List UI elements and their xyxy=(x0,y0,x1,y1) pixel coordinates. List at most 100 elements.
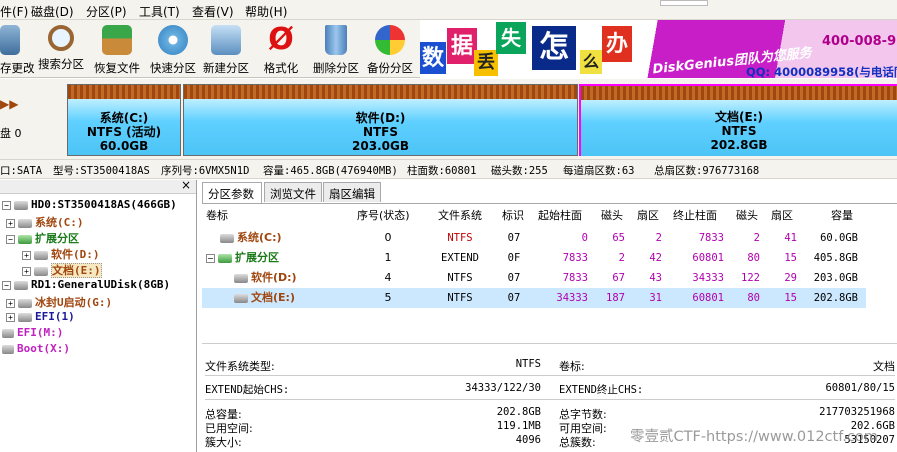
cell-cap: 203.0GB xyxy=(813,272,858,284)
partition-icon xyxy=(34,250,48,260)
column-header[interactable]: 容量 xyxy=(831,206,853,226)
column-header[interactable]: 起始柱面 xyxy=(538,206,582,226)
cell-cap: 405.8GB xyxy=(813,252,858,264)
cell-cap: 202.8GB xyxy=(813,292,858,304)
cell-sc: 7833 xyxy=(562,272,588,284)
disk-tree: × − HD0:ST3500418AS(466GB) + 系统(C:) − 扩展分区 … xyxy=(0,178,197,452)
ad-banner[interactable]: 数 据 丢 失 怎 么 办 DiskGenius团队为您服务 400-008-9… xyxy=(420,20,897,78)
tree-label: Boot(X:) xyxy=(17,342,70,355)
cell-ec: 60801 xyxy=(692,252,724,264)
column-header[interactable]: 磁头 xyxy=(601,206,623,226)
tree-node-efi[interactable]: + EFI(1) xyxy=(6,310,75,325)
disk-arrows-icon[interactable]: ▶▶ xyxy=(0,97,18,111)
search-partition-button[interactable]: 搜索分区 xyxy=(36,23,86,77)
partition-table: 卷标 序号(状态) 文件系统 标识 起始柱面 磁头 扇区 终止柱面 磁头 扇区 … xyxy=(202,203,897,343)
partition-fs: NTFS xyxy=(721,124,757,138)
menu-partition[interactable]: 分区(P) xyxy=(86,3,127,20)
partition-icon xyxy=(34,266,48,276)
tree-node-e[interactable]: + 文档(E:) xyxy=(22,262,102,278)
close-icon[interactable]: × xyxy=(181,178,191,192)
delete-partition-button[interactable]: 删除分区 xyxy=(310,23,362,77)
detail-label: 簇大小: xyxy=(205,436,242,449)
table-row[interactable]: 文档(E:) 5 NTFS 07 34333 187 31 60801 80 15 202.8GB xyxy=(202,288,866,308)
tree-node-boot[interactable]: Boot(X:) xyxy=(2,342,70,357)
partition-block-e[interactable]: 文档(E:) NTFS 202.8GB xyxy=(579,84,897,156)
partition-block-d[interactable]: 软件(D:) NTFS 203.0GB xyxy=(183,84,578,156)
table-row[interactable]: 系统(C:) 0 NTFS 07 0 65 2 7833 2 41 60.0GB xyxy=(202,228,866,248)
tree-node-d[interactable]: + 软件(D:) xyxy=(22,246,100,261)
tree-label: 软件(D:) xyxy=(51,248,100,261)
save-button[interactable]: 存更改 xyxy=(0,23,35,77)
tab-partition-params[interactable]: 分区参数 xyxy=(202,182,262,203)
cell-label: 文档(E:) xyxy=(234,288,295,308)
recover-files-button[interactable]: 恢复文件 xyxy=(91,23,143,77)
menu-help[interactable]: 帮助(H) xyxy=(245,3,287,20)
format-button[interactable]: Ø 格式化 xyxy=(260,23,302,77)
column-header[interactable]: 文件系统 xyxy=(438,206,482,226)
banner-phone: 400-008-9 xyxy=(822,34,897,49)
computer-icon xyxy=(211,25,241,55)
backup-pie-icon xyxy=(375,25,405,55)
usb-disk-icon xyxy=(14,280,28,290)
backup-partition-button[interactable]: 备份分区 xyxy=(364,23,416,77)
tree-label: 系统(C:) xyxy=(35,216,84,229)
cell-idx: 0 xyxy=(384,231,392,244)
partition-block-c[interactable]: 系统(C:) NTFS (活动) 60.0GB xyxy=(67,84,181,156)
partition-size: 60.0GB xyxy=(99,139,149,153)
cell-sc: 34333 xyxy=(556,292,588,304)
column-header[interactable]: 终止柱面 xyxy=(673,206,717,226)
column-header[interactable]: 序号(状态) xyxy=(357,206,410,226)
cell-ss: 42 xyxy=(649,252,662,264)
cell-es: 15 xyxy=(784,252,797,264)
info-model: 型号:ST3500418AS xyxy=(53,165,150,177)
detail-value: 60801/80/15 xyxy=(825,382,895,394)
cell-ec: 60801 xyxy=(692,292,724,304)
detail-label: 文件系统类型: xyxy=(205,360,275,373)
partition-fs: NTFS xyxy=(362,125,399,139)
cell-eh: 122 xyxy=(741,272,760,284)
recover-box-icon xyxy=(102,25,132,55)
row-label: 扩展分区 xyxy=(235,251,279,264)
menu-tools[interactable]: 工具(T) xyxy=(139,3,180,20)
column-header[interactable]: 磁头 xyxy=(736,206,758,226)
menu-file[interactable]: 件(F) xyxy=(0,3,28,20)
partition-stripe xyxy=(581,86,897,100)
detail-label: EXTEND起始CHS: xyxy=(205,384,290,396)
column-header[interactable]: 扇区 xyxy=(637,206,659,226)
disk-icon xyxy=(158,25,188,55)
menu-disk[interactable]: 磁盘(D) xyxy=(31,3,74,20)
tab-sector-edit[interactable]: 扇区编辑 xyxy=(323,182,381,202)
table-row[interactable]: − 扩展分区 1 EXTEND 0F 7833 2 42 60801 80 15 405.8GB xyxy=(202,248,866,268)
cell-fs: NTFS xyxy=(447,292,473,304)
cell-ec: 34333 xyxy=(692,272,724,284)
tree-label: EFI(1) xyxy=(35,310,75,323)
partition-stripe xyxy=(68,85,180,99)
table-header: 卷标 序号(状态) 文件系统 标识 起始柱面 磁头 扇区 终止柱面 磁头 扇区 … xyxy=(202,206,866,226)
cell-label: 系统(C:) xyxy=(220,228,282,248)
menu-bar: 件(F) 磁盘(D) 分区(P) 工具(T) 查看(V) 帮助(H) xyxy=(0,0,897,20)
table-row[interactable]: 软件(D:) 4 NTFS 07 7833 67 43 34333 122 29 203.0GB xyxy=(202,268,866,288)
tree-node-hd0[interactable]: − HD0:ST3500418AS(466GB) xyxy=(2,198,177,213)
tree-node-c[interactable]: + 系统(C:) xyxy=(6,214,84,229)
partition-icon xyxy=(234,293,248,303)
tree-node-g[interactable]: + 冰封U启动(G:) xyxy=(6,294,112,309)
tab-browse-files[interactable]: 浏览文件 xyxy=(264,182,322,202)
detail-label: EXTEND终止CHS: xyxy=(559,384,644,396)
banner-char: 怎 xyxy=(532,26,576,70)
quick-partition-button[interactable]: 快速分区 xyxy=(148,23,198,77)
info-heads: 磁头数:255 xyxy=(491,165,548,177)
menu-view[interactable]: 查看(V) xyxy=(192,3,234,20)
tree-node-extended[interactable]: − 扩展分区 xyxy=(6,230,79,245)
tree-node-efi-m[interactable]: EFI(M:) xyxy=(2,326,63,341)
cell-idx: 4 xyxy=(384,271,392,284)
info-capacity: 容量:465.8GB(476940MB) xyxy=(263,165,398,177)
column-header[interactable]: 卷标 xyxy=(206,206,228,226)
collapse-icon[interactable]: − xyxy=(206,253,215,263)
window-control[interactable] xyxy=(660,0,708,6)
column-header[interactable]: 标识 xyxy=(502,206,524,226)
info-cylinders: 柱面数:60801 xyxy=(407,165,477,177)
tree-node-rd1[interactable]: − RD1:GeneralUDisk(8GB) xyxy=(2,278,170,293)
column-header[interactable]: 扇区 xyxy=(771,206,793,226)
new-partition-button[interactable]: 新建分区 xyxy=(200,23,252,77)
detail-value: 文档 xyxy=(873,360,895,373)
